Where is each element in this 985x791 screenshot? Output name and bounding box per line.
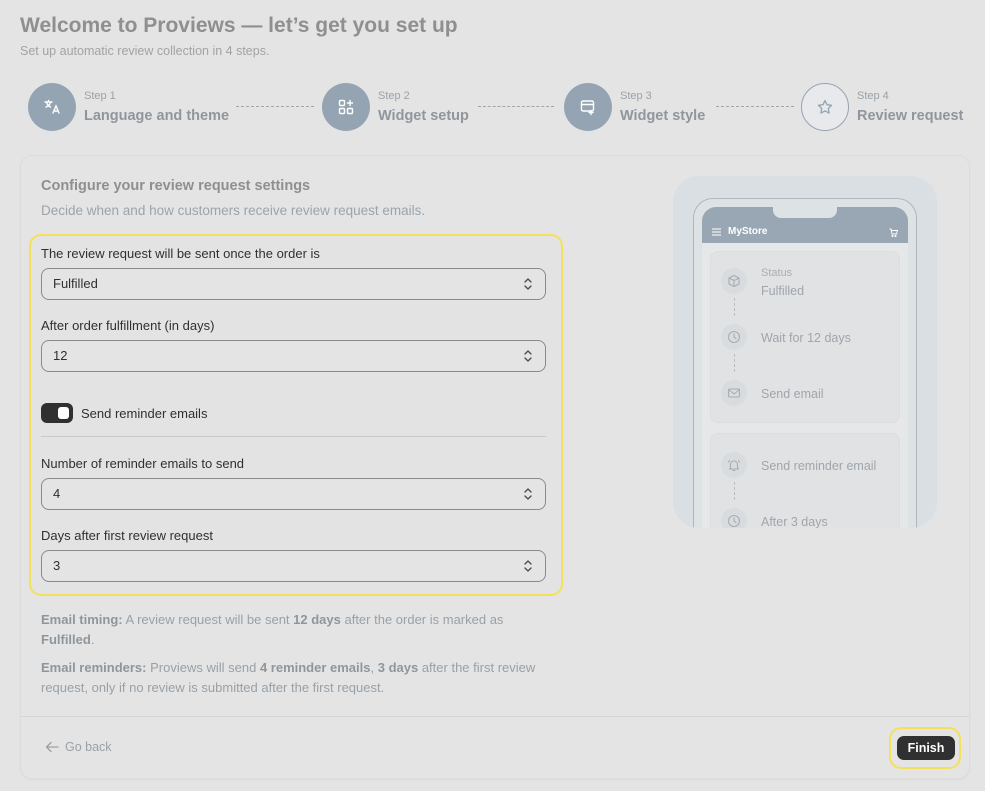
reminder-days-stepper[interactable]: 3 — [41, 550, 546, 582]
footer-divider — [21, 716, 969, 717]
step-label: Language and theme — [84, 107, 230, 124]
toggle-knob — [58, 407, 69, 419]
clock-icon — [721, 324, 747, 350]
store-name: MyStore — [728, 226, 768, 237]
reminder-count-label: Number of reminder emails to send — [41, 456, 245, 471]
flow-connector — [734, 354, 735, 372]
reminder-days-label: Days after first review request — [41, 528, 213, 543]
step-4[interactable]: Step 4 Review request — [801, 83, 963, 131]
order-status-select[interactable]: Fulfilled — [41, 268, 546, 300]
days-value: 12 — [53, 348, 68, 363]
translate-icon — [28, 83, 76, 131]
go-back-button[interactable]: Go back — [45, 740, 112, 754]
flow-connector — [734, 298, 735, 316]
finish-button[interactable]: Finish — [897, 736, 955, 760]
after-days-text: After 3 days — [761, 515, 828, 528]
order-status-value: Fulfilled — [53, 276, 98, 291]
step-number: Step 2 — [378, 89, 410, 102]
email-reminders-summary: Email reminders: Proviews will send 4 re… — [41, 660, 536, 695]
reminder-toggle[interactable] — [41, 403, 73, 423]
menu-icon — [712, 228, 721, 236]
card-title: Configure your review request settings — [41, 178, 311, 194]
settings-card: Configure your review request settings D… — [20, 155, 970, 779]
review-request-form: The review request will be sent once the… — [29, 234, 563, 596]
widget-style-icon — [564, 83, 612, 131]
reminder-text: Send reminder email — [761, 459, 877, 473]
select-chevron-icon — [524, 278, 532, 290]
step-connector — [478, 106, 554, 107]
step-label: Widget setup — [378, 107, 469, 124]
phone-frame: MyStore Status Fulfilled Wait for 12 day… — [693, 198, 917, 528]
finish-highlight: Finish — [889, 727, 961, 769]
email-timing-summary: Email timing: A review request will be s… — [41, 612, 504, 647]
arrow-left-icon — [45, 741, 59, 753]
send-email-text: Send email — [761, 387, 824, 401]
days-stepper[interactable]: 12 — [41, 340, 546, 372]
phone-notch — [773, 207, 837, 218]
step-label: Review request — [857, 107, 964, 124]
step-2[interactable]: Step 2 Widget setup — [322, 83, 469, 131]
reminder-toggle-label: Send reminder emails — [81, 406, 208, 421]
clock-icon — [721, 508, 747, 528]
step-connector — [716, 106, 794, 107]
reminder-count-value: 4 — [53, 486, 61, 501]
status-value: Fulfilled — [761, 284, 805, 298]
package-icon — [721, 268, 747, 294]
reminder-count-stepper[interactable]: 4 — [41, 478, 546, 510]
divider — [41, 436, 546, 437]
reminder-days-value: 3 — [53, 558, 61, 573]
step-3[interactable]: Step 3 Widget style — [564, 83, 705, 131]
order-status-label: The review request will be sent once the… — [41, 246, 320, 261]
go-back-label: Go back — [65, 740, 112, 754]
flow-card-reminder: Send reminder email After 3 days — [710, 433, 900, 528]
step-number: Step 4 — [857, 89, 889, 102]
flow-connector — [734, 482, 735, 500]
store-header: MyStore — [702, 207, 908, 243]
step-number: Step 1 — [84, 89, 116, 102]
card-description: Decide when and how customers receive re… — [41, 203, 426, 218]
wait-text: Wait for 12 days — [761, 331, 851, 345]
step-1[interactable]: Step 1 Language and theme — [28, 83, 229, 131]
star-icon — [801, 83, 849, 131]
mail-icon — [721, 380, 747, 406]
phone-screen: MyStore Status Fulfilled Wait for 12 day… — [702, 207, 908, 528]
stepper: Step 1 Language and theme Step 2 Widget … — [0, 0, 985, 150]
step-number: Step 3 — [620, 89, 652, 102]
phone-preview: MyStore Status Fulfilled Wait for 12 day… — [673, 176, 937, 528]
bell-icon — [721, 452, 747, 478]
status-label: Status — [761, 267, 793, 279]
step-label: Widget style — [620, 107, 706, 124]
flow-card-request: Status Fulfilled Wait for 12 days Send e… — [710, 251, 900, 423]
stepper-chevron-icon — [524, 488, 532, 500]
cart-icon — [889, 228, 898, 237]
widget-grid-icon — [322, 83, 370, 131]
stepper-chevron-icon — [524, 560, 532, 572]
stepper-chevron-icon — [524, 350, 532, 362]
days-label: After order fulfillment (in days) — [41, 318, 215, 333]
step-connector — [236, 106, 314, 107]
